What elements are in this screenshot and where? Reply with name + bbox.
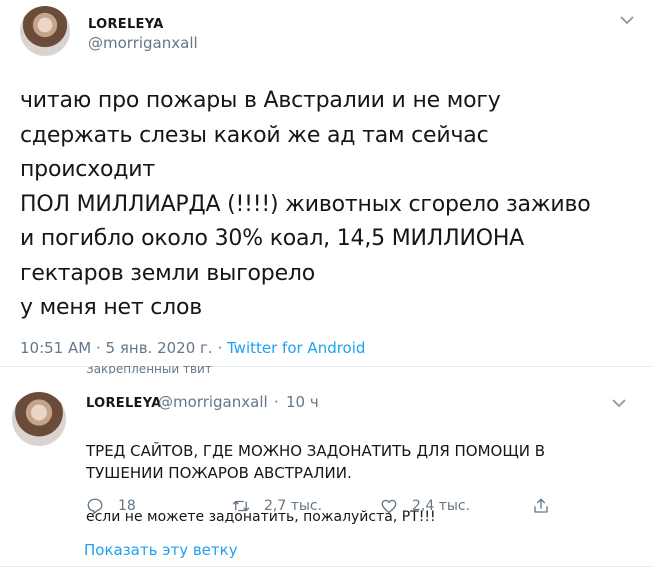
pinned-display-name[interactable]: LORELEYA (86, 396, 162, 411)
avatar[interactable] (12, 392, 66, 446)
pinned-tweet-time[interactable]: 10 ч (286, 393, 319, 411)
display-name[interactable]: LORELEYA (88, 17, 164, 32)
tweet-time[interactable]: 10:51 AM (20, 339, 91, 357)
pinned-user-handle[interactable]: @morriganxall (158, 393, 268, 411)
share-icon (534, 498, 548, 513)
tweet-actions: 18 2,7 тыс. 2,4 тыс. (86, 497, 556, 521)
meta-separator: · (95, 339, 101, 357)
show-thread-link[interactable]: Показать эту ветку (84, 541, 238, 559)
tweet-source-link[interactable]: Twitter for Android (227, 339, 365, 357)
tweet-date[interactable]: 5 янв. 2020 г. (106, 339, 213, 357)
reply-button[interactable]: 18 (86, 497, 136, 515)
chevron-down-icon[interactable] (620, 14, 634, 28)
tweet-meta: 10:51 AM · 5 янв. 2020 г. · Twitter for … (20, 339, 365, 357)
divider (0, 566, 652, 567)
share-button[interactable] (532, 497, 550, 515)
like-button[interactable]: 2,4 тыс. (380, 497, 470, 515)
like-count: 2,4 тыс. (412, 498, 471, 514)
reply-count: 18 (118, 498, 136, 514)
pinned-label-text: Закрепленный твит (86, 366, 212, 374)
retweet-count: 2,7 тыс. (264, 498, 323, 514)
pinned-text-caps: ТРЕД САЙТОВ, ГДЕ МОЖНО ЗАДОНАТИТЬ ДЛЯ ПО… (86, 442, 546, 482)
pinned-separator: · (274, 393, 279, 411)
user-handle[interactable]: @morriganxall (88, 34, 198, 52)
retweet-icon (232, 500, 250, 512)
tweet-text: читаю про пожары в Австралии и не могу с… (20, 88, 591, 320)
pinned-label: Закрепленный твит (86, 366, 212, 374)
main-tweet: LORELEYA @morriganxall читаю про пожары … (0, 0, 652, 360)
avatar[interactable] (20, 6, 70, 56)
chevron-down-icon[interactable] (612, 397, 626, 411)
reply-icon (87, 498, 103, 515)
like-icon (381, 499, 397, 514)
pinned-tweet-text: ТРЕД САЙТОВ, ГДЕ МОЖНО ЗАДОНАТИТЬ ДЛЯ ПО… (86, 418, 606, 550)
meta-separator: · (217, 339, 223, 357)
retweet-button[interactable]: 2,7 тыс. (232, 497, 322, 515)
